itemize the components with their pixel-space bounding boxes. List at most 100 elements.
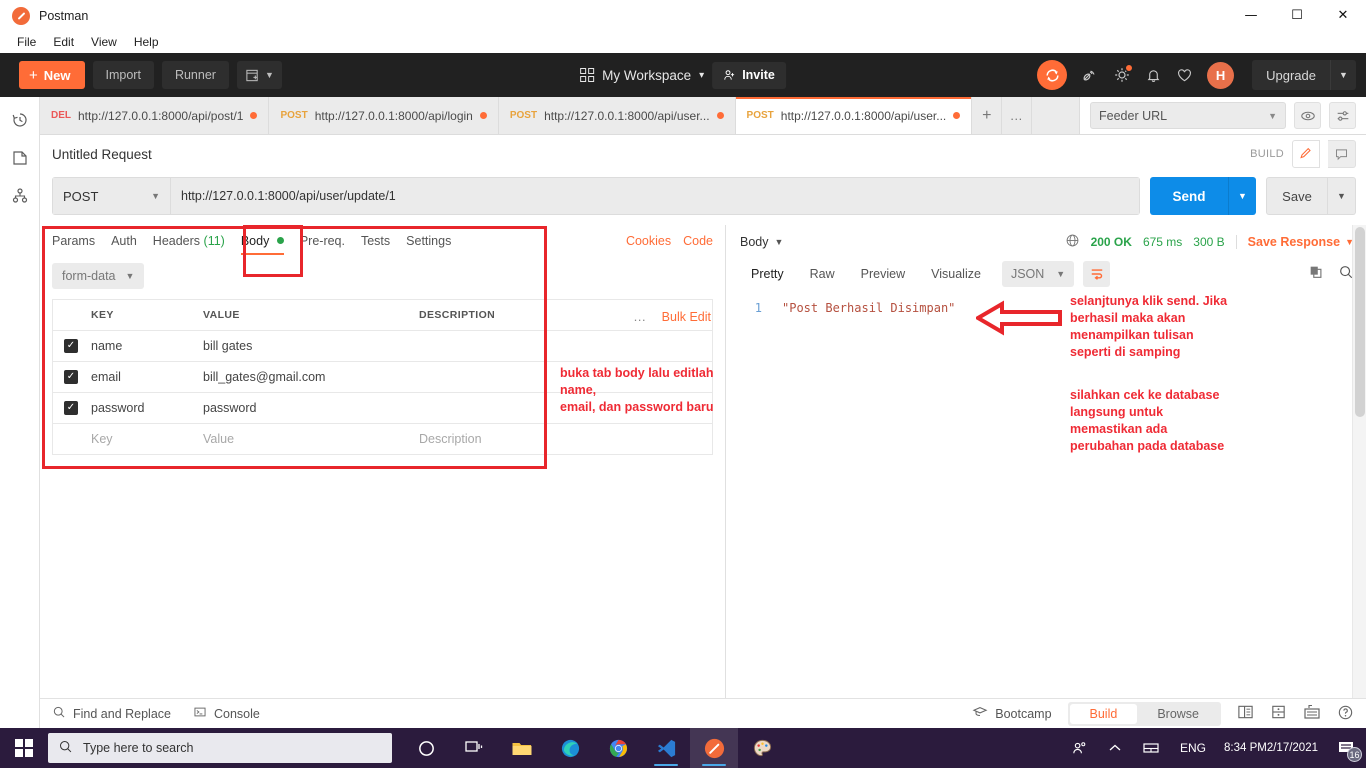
cortana-icon[interactable]	[402, 728, 450, 768]
send-button[interactable]: Send	[1150, 177, 1228, 215]
upgrade-dropdown-caret[interactable]: ▼	[1330, 60, 1356, 90]
menu-file[interactable]: File	[10, 33, 43, 52]
scrollbar-thumb[interactable]	[1355, 227, 1365, 417]
row-value[interactable]: bill_gates@gmail.com	[201, 370, 417, 384]
help-icon[interactable]	[1337, 704, 1354, 724]
subtab-tests[interactable]: Tests	[353, 234, 398, 255]
bulk-edit-link[interactable]: Bulk Edit	[662, 310, 711, 324]
table-row[interactable]: ✓ name bill gates	[53, 331, 712, 362]
vscode-icon[interactable]	[642, 728, 690, 768]
row-key[interactable]: name	[89, 339, 201, 353]
maximize-button[interactable]: ☐	[1274, 0, 1320, 31]
sync-icon[interactable]	[1037, 60, 1068, 90]
wrap-lines-icon[interactable]	[1083, 261, 1111, 287]
keyboard-shortcuts-icon[interactable]	[1303, 704, 1321, 723]
history-icon[interactable]	[9, 109, 31, 131]
minimize-button[interactable]: —	[1228, 0, 1274, 31]
save-button[interactable]: Save	[1266, 177, 1328, 215]
satellite-icon[interactable]	[1081, 66, 1099, 84]
browse-toggle-option[interactable]: Browse	[1137, 704, 1219, 724]
body-type-select[interactable]: form-data ▼	[52, 263, 145, 289]
paint-icon[interactable]	[738, 728, 786, 768]
tab-options-button[interactable]: …	[1002, 97, 1033, 134]
taskbar-search-input[interactable]: Type here to search	[48, 733, 392, 763]
bootcamp-button[interactable]: Bootcamp	[972, 705, 1052, 722]
row-checkbox[interactable]: ✓	[64, 339, 78, 353]
row-value[interactable]: bill gates	[201, 339, 417, 353]
row-key[interactable]: email	[89, 370, 201, 384]
workspace-selector[interactable]: My Workspace ▾ Invite	[580, 61, 786, 89]
upgrade-button[interactable]: Upgrade	[1252, 60, 1330, 90]
menu-help[interactable]: Help	[127, 33, 166, 52]
save-response-button[interactable]: Save Response ▼	[1248, 235, 1354, 249]
row-key[interactable]: password	[89, 401, 201, 415]
comment-icon[interactable]	[1328, 140, 1356, 168]
new-key-input[interactable]: Key	[89, 432, 201, 446]
heart-icon[interactable]	[1176, 67, 1193, 84]
find-and-replace-button[interactable]: Find and Replace	[52, 705, 171, 722]
edit-pencil-icon[interactable]	[1292, 140, 1320, 168]
stacked-layout-icon[interactable]	[1270, 704, 1287, 723]
bell-icon[interactable]	[1145, 67, 1162, 84]
code-link[interactable]: Code	[683, 234, 713, 248]
touch-keyboard-icon[interactable]	[1132, 728, 1170, 768]
response-format-select[interactable]: JSON ▼	[1001, 261, 1075, 287]
subtab-params[interactable]: Params	[52, 234, 103, 255]
build-toggle-option[interactable]: Build	[1069, 703, 1138, 724]
response-tab-visualize[interactable]: Visualize	[920, 262, 992, 286]
sliders-icon[interactable]	[1329, 102, 1356, 129]
postman-icon[interactable]	[690, 728, 738, 768]
two-pane-layout-icon[interactable]	[1237, 704, 1254, 723]
table-empty-row[interactable]: Key Value Description	[53, 424, 712, 455]
new-window-button[interactable]: ▼	[236, 61, 282, 89]
subtab-headers[interactable]: Headers (11)	[145, 234, 233, 255]
copy-icon[interactable]	[1308, 264, 1324, 285]
language-indicator[interactable]: ENG	[1170, 728, 1216, 768]
eye-icon[interactable]	[1294, 102, 1321, 129]
chrome-icon[interactable]	[594, 728, 642, 768]
method-select[interactable]: POST ▼	[53, 178, 171, 214]
start-button[interactable]	[0, 728, 48, 768]
notification-center-icon[interactable]: 16	[1326, 728, 1366, 768]
people-icon[interactable]	[1061, 728, 1098, 768]
response-tab-pretty[interactable]: Pretty	[740, 262, 795, 286]
row-checkbox[interactable]: ✓	[64, 401, 78, 415]
request-tab-3[interactable]: POST http://127.0.0.1:8000/api/user...	[498, 97, 736, 134]
subtab-auth[interactable]: Auth	[103, 234, 145, 255]
request-tab-4[interactable]: POST http://127.0.0.1:8000/api/user...	[735, 97, 973, 134]
invite-button[interactable]: Invite	[712, 61, 786, 89]
menu-view[interactable]: View	[84, 33, 124, 52]
subtab-prerequest[interactable]: Pre-req.	[292, 234, 353, 255]
new-description-input[interactable]: Description	[417, 432, 712, 446]
menu-edit[interactable]: Edit	[46, 33, 81, 52]
request-tab-1[interactable]: DEL http://127.0.0.1:8000/api/post/1	[40, 97, 270, 134]
edge-icon[interactable]	[546, 728, 594, 768]
close-button[interactable]: ✕	[1320, 0, 1366, 31]
response-body[interactable]: 1 "Post Berhasil Disimpan" selanjtunya k…	[726, 293, 1366, 698]
collections-icon[interactable]	[9, 147, 31, 169]
clock[interactable]: 8:34 PM 2/17/2021	[1216, 728, 1326, 768]
environment-select[interactable]: Feeder URL ▼	[1090, 102, 1286, 129]
row-checkbox[interactable]: ✓	[64, 370, 78, 384]
table-options-icon[interactable]: …	[633, 309, 648, 324]
console-button[interactable]: Console	[193, 705, 260, 722]
gear-icon[interactable]	[1113, 64, 1134, 84]
send-dropdown-caret[interactable]: ▼	[1228, 177, 1256, 215]
new-value-input[interactable]: Value	[201, 432, 417, 446]
file-explorer-icon[interactable]	[498, 728, 546, 768]
subtab-body[interactable]: Body	[233, 234, 292, 255]
url-input[interactable]: http://127.0.0.1:8000/api/user/update/1	[171, 178, 1139, 214]
response-tab-preview[interactable]: Preview	[850, 262, 916, 286]
show-hidden-icons-chevron[interactable]	[1098, 728, 1132, 768]
cookies-link[interactable]: Cookies	[626, 234, 671, 248]
runner-button[interactable]: Runner	[161, 61, 229, 89]
response-scrollbar[interactable]	[1352, 225, 1366, 698]
row-value[interactable]: password	[201, 401, 417, 415]
subtab-settings[interactable]: Settings	[398, 234, 459, 255]
response-tab-raw[interactable]: Raw	[799, 262, 846, 286]
avatar[interactable]: H	[1207, 61, 1235, 89]
save-dropdown-caret[interactable]: ▼	[1328, 177, 1356, 215]
new-tab-button[interactable]: +	[972, 97, 1003, 134]
response-body-select[interactable]: Body ▼	[740, 235, 783, 249]
task-view-icon[interactable]	[450, 728, 498, 768]
